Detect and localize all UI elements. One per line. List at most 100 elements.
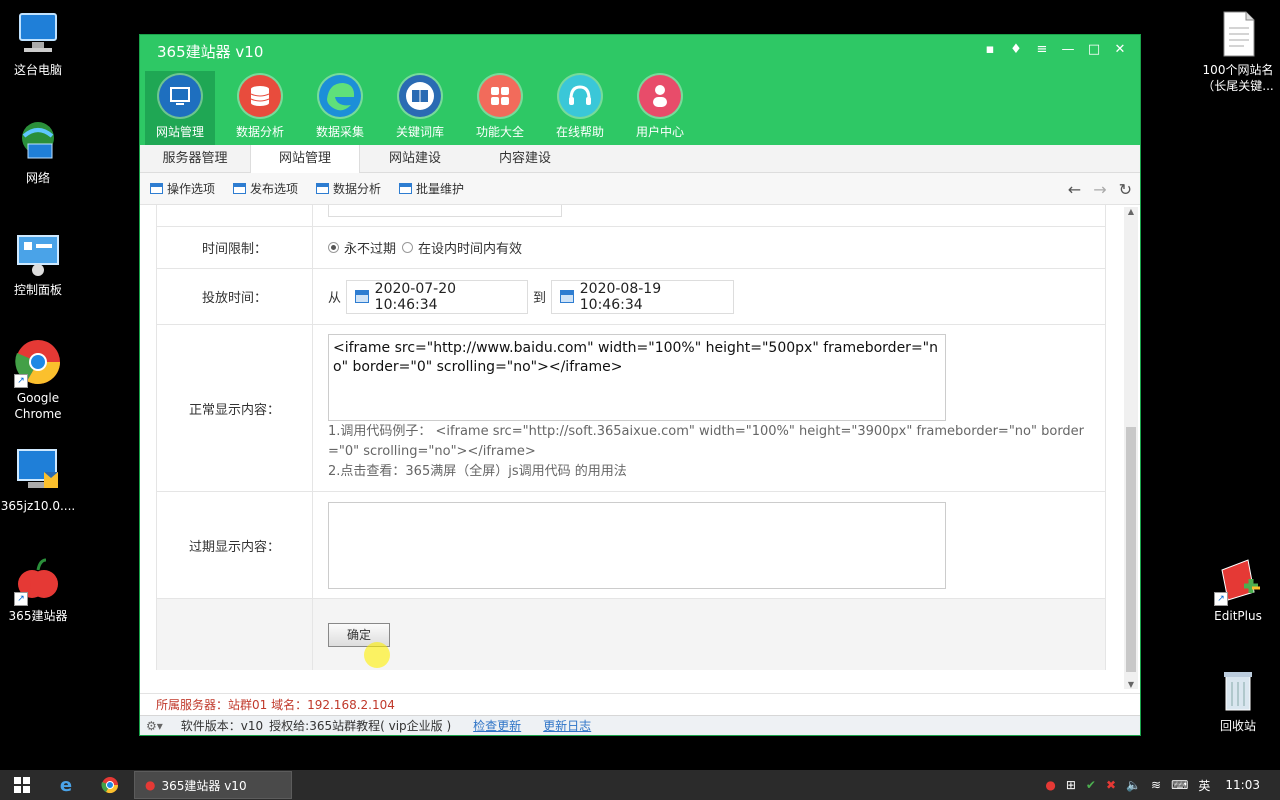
network-icon — [14, 118, 62, 166]
vertical-scrollbar[interactable]: ▲ ▼ — [1124, 207, 1138, 689]
subtool-operation-options[interactable]: 操作选项 — [150, 180, 215, 197]
hint-example: 1.调用代码例子： <iframe src="http://soft.365ai… — [328, 424, 1085, 459]
nav-buttons: ← → ↻ — [1068, 173, 1132, 205]
skin-icon[interactable]: ♦ — [1006, 40, 1026, 60]
radio-never-expire[interactable] — [328, 242, 339, 253]
expired-content-field — [313, 492, 1105, 598]
network-tray-icon[interactable]: ⊞ — [1066, 778, 1076, 792]
window-controls: ▪ ♦ ≡ — □ ✕ — [980, 40, 1130, 60]
to-text: 到 — [533, 291, 547, 306]
serve-time-label: 投放时间： — [157, 269, 313, 324]
monitor-icon — [159, 75, 201, 117]
tool-online-help[interactable]: 在线帮助 — [545, 71, 615, 145]
form-row-submit: 确定 — [156, 599, 1106, 670]
clock[interactable]: 11:03 — [1225, 778, 1260, 792]
desktop-icon-this-pc[interactable]: 这台电脑 — [0, 10, 76, 78]
tool-data-collect[interactable]: 数据采集 — [305, 71, 375, 145]
changelog-link[interactable]: 更新日志 — [543, 717, 591, 734]
refresh-icon[interactable]: ↻ — [1119, 180, 1132, 199]
start-time-input[interactable]: 2020-07-20 10:46:34 — [346, 279, 529, 314]
subtool-batch-maintain[interactable]: 批量维护 — [399, 180, 464, 197]
desktop-icon-network[interactable]: 网络 — [0, 118, 76, 186]
security-tray-icon[interactable]: ✔ — [1086, 778, 1096, 792]
desktop-icon-recycle-bin[interactable]: 回收站 — [1198, 666, 1278, 734]
tool-keyword-lib[interactable]: 关键词库 — [385, 71, 455, 145]
text-file-icon — [1214, 10, 1262, 58]
tab-server-manage[interactable]: 服务器管理 — [140, 145, 250, 173]
settings-icon[interactable]: ⚙▾ — [146, 719, 163, 733]
tool-user-center[interactable]: 用户中心 — [625, 71, 695, 145]
status-bar: ⚙▾ 软件版本：v10 授权给:365站群教程( vip企业版 ) 检查更新 更… — [140, 715, 1140, 735]
normal-content-field: <iframe src="http://www.baidu.com" width… — [313, 325, 1105, 491]
end-time-value: 2020-08-19 10:46:34 — [579, 280, 662, 313]
taskbar-app-365[interactable]: ● 365建站器 v10 — [134, 771, 292, 799]
serve-time-fields: 从 2020-07-20 10:46:34 到 2020-08-19 10:46… — [313, 269, 1105, 324]
database-icon — [239, 75, 281, 117]
desktop-icon-installer[interactable]: 365jz10.0.... — [0, 446, 76, 514]
desktop-icon-365-builder[interactable]: ↗ 365建站器 — [0, 556, 76, 624]
subtool-publish-options[interactable]: 发布选项 — [233, 180, 298, 197]
desktop-icon-label: 回收站 — [1219, 719, 1256, 733]
calendar-icon — [355, 290, 369, 303]
form-row-normal-content: 正常显示内容： <iframe src="http://www.baidu.co… — [156, 325, 1106, 492]
menu-icon[interactable]: ≡ — [1032, 40, 1052, 60]
desktop-icon-label: 365建站器 — [8, 609, 68, 623]
check-update-link[interactable]: 检查更新 — [473, 717, 521, 734]
partial-input[interactable] — [328, 205, 562, 217]
desktop-icon-chrome[interactable]: ↗ Google Chrome — [0, 338, 76, 422]
back-arrow-icon[interactable]: ← — [1068, 180, 1081, 199]
control-panel-icon — [14, 230, 62, 278]
normal-content-textarea[interactable]: <iframe src="http://www.baidu.com" width… — [328, 334, 946, 421]
radio-within-label: 在设内时间内有效 — [418, 242, 523, 257]
end-time-input[interactable]: 2020-08-19 10:46:34 — [551, 279, 735, 314]
tab-site-build[interactable]: 网站建设 — [360, 145, 470, 173]
tool-all-features[interactable]: 功能大全 — [465, 71, 535, 145]
tool-label: 网站管理 — [155, 125, 204, 139]
close-button[interactable]: ✕ — [1110, 40, 1130, 60]
subtool-data-analysis[interactable]: 数据分析 — [316, 180, 381, 197]
apple-tray-icon[interactable]: ● — [1045, 778, 1055, 792]
recycle-bin-icon — [1214, 666, 1262, 714]
tab-content-build[interactable]: 内容建设 — [470, 145, 580, 173]
click-highlight — [364, 642, 390, 668]
volume-icon[interactable]: 🔈 — [1126, 778, 1141, 792]
tool-data-analysis[interactable]: 数据分析 — [225, 71, 295, 145]
keyboard-icon[interactable]: ⌨ — [1171, 778, 1188, 792]
message-icon[interactable]: ▪ — [980, 40, 1000, 60]
desktop-icon-control-panel[interactable]: 控制面板 — [0, 230, 76, 298]
hint-fullscreen[interactable]: 2.点击查看：365满屏（全屏）js调用代码 的用用法 — [328, 462, 1098, 482]
ime-indicator[interactable]: 英 — [1198, 777, 1210, 794]
scroll-up-icon[interactable]: ▲ — [1124, 207, 1138, 216]
maximize-button[interactable]: □ — [1084, 40, 1104, 60]
form-label — [157, 205, 313, 226]
apple-icon: ↗ — [14, 556, 62, 606]
chrome-taskbar-icon[interactable] — [88, 770, 132, 800]
form-row-time-limit: 时间限制： 永不过期 在设内时间内有效 — [156, 227, 1106, 269]
minimize-button[interactable]: — — [1058, 40, 1078, 60]
installer-icon — [14, 446, 62, 494]
editplus-icon: ↗ — [1214, 556, 1262, 606]
scroll-down-icon[interactable]: ▼ — [1124, 680, 1138, 689]
blocked-tray-icon[interactable]: ✖ — [1106, 778, 1116, 792]
radio-time-range[interactable] — [402, 242, 414, 253]
form-row-serve-time: 投放时间： 从 2020-07-20 10:46:34 到 2020-08-19… — [156, 269, 1106, 325]
tab-site-manage[interactable]: 网站管理 — [250, 145, 360, 174]
tool-label: 关键词库 — [395, 125, 444, 139]
app-window: 365建站器 v10 ▪ ♦ ≡ — □ ✕ 网站管理 数据分析 数据采集 关键… — [140, 35, 1140, 735]
wifi-icon[interactable]: ≋ — [1151, 778, 1161, 792]
forward-arrow-icon[interactable]: → — [1093, 180, 1106, 199]
windows-start-icon[interactable] — [0, 770, 44, 800]
subtool-label: 批量维护 — [416, 182, 465, 196]
desktop-icon-label: 控制面板 — [13, 283, 62, 297]
expired-content-textarea[interactable] — [328, 501, 946, 589]
from-text: 从 — [328, 291, 342, 306]
tool-label: 在线帮助 — [555, 125, 604, 139]
desktop-icon-editplus[interactable]: ↗ EditPlus — [1198, 556, 1278, 624]
radio-never-label: 永不过期 — [344, 242, 397, 257]
scrollbar-thumb[interactable] — [1126, 427, 1136, 672]
tool-site-manage[interactable]: 网站管理 — [145, 71, 215, 145]
subtool-label: 发布选项 — [250, 182, 299, 196]
ie-icon[interactable]: e — [44, 770, 88, 800]
apple-icon: ● — [145, 778, 156, 792]
desktop-icon-text-file[interactable]: 100个网站名（长尾关键... — [1198, 10, 1278, 94]
